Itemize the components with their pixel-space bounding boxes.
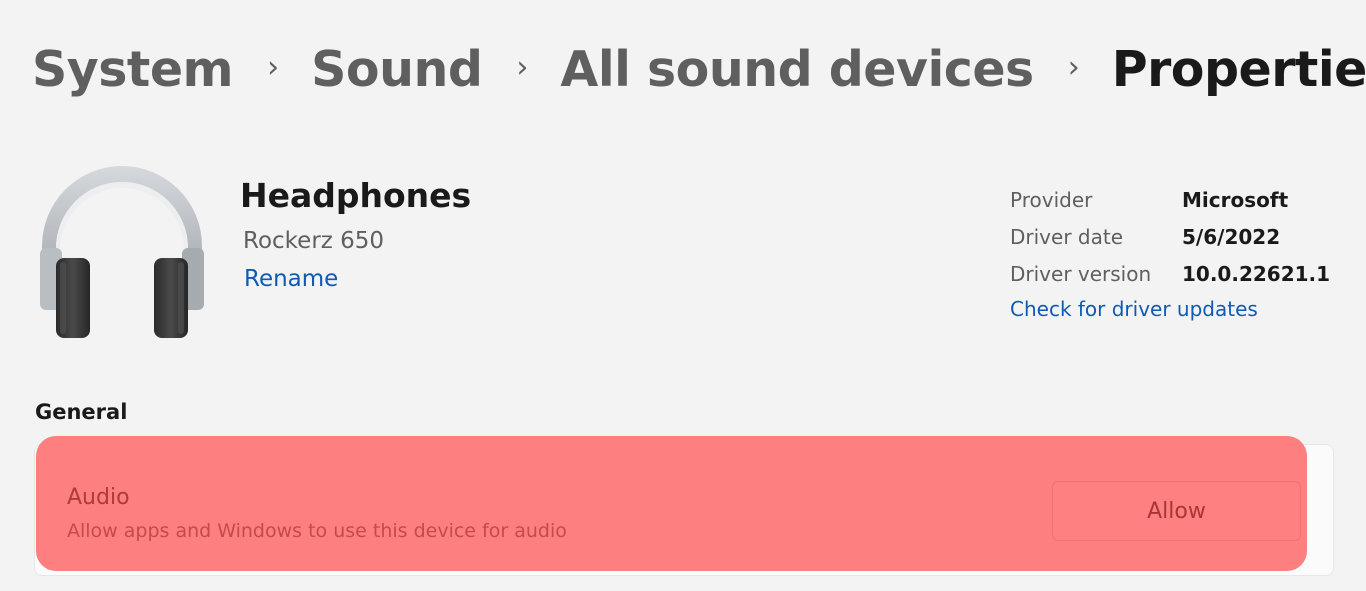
chevron-right-icon: ›: [1067, 50, 1080, 85]
chevron-right-icon: ›: [516, 50, 529, 85]
driver-date-value: 5/6/2022: [1182, 224, 1281, 249]
device-model: Rockerz 650: [243, 228, 385, 254]
breadcrumb-item-system[interactable]: System: [32, 38, 234, 102]
rename-link[interactable]: Rename: [244, 264, 338, 294]
audio-setting-description: Allow apps and Windows to use this devic…: [67, 520, 567, 542]
check-driver-updates-link[interactable]: Check for driver updates: [1010, 294, 1330, 324]
driver-info-row-date: Driver date 5/6/2022: [1010, 218, 1330, 255]
general-section-title: General: [35, 400, 128, 424]
sound-device-properties-page: System › Sound › All sound devices › Pro…: [0, 0, 1366, 591]
audio-setting-title: Audio: [67, 485, 130, 510]
driver-version-value: 10.0.22621.1: [1182, 261, 1331, 286]
driver-info: Provider Microsoft Driver date 5/6/2022 …: [1010, 181, 1330, 324]
allow-button[interactable]: Allow: [1052, 481, 1301, 541]
breadcrumb-item-all-sound-devices[interactable]: All sound devices: [560, 38, 1034, 102]
driver-info-row-provider: Provider Microsoft: [1010, 181, 1330, 218]
provider-label: Provider: [1010, 187, 1093, 212]
driver-version-label: Driver version: [1010, 261, 1152, 286]
breadcrumb-item-sound[interactable]: Sound: [311, 38, 483, 102]
device-name: Headphones: [240, 176, 472, 215]
chevron-right-icon: ›: [267, 50, 280, 85]
driver-date-label: Driver date: [1010, 224, 1123, 249]
driver-info-row-version: Driver version 10.0.22621.1: [1010, 255, 1330, 292]
headphones-icon: [40, 166, 204, 338]
breadcrumb: System › Sound › All sound devices › Pro…: [32, 38, 1366, 102]
page-title: Properties: [1111, 41, 1366, 98]
provider-value: Microsoft: [1182, 187, 1289, 212]
audio-setting-card: Audio Allow apps and Windows to use this…: [36, 436, 1307, 571]
